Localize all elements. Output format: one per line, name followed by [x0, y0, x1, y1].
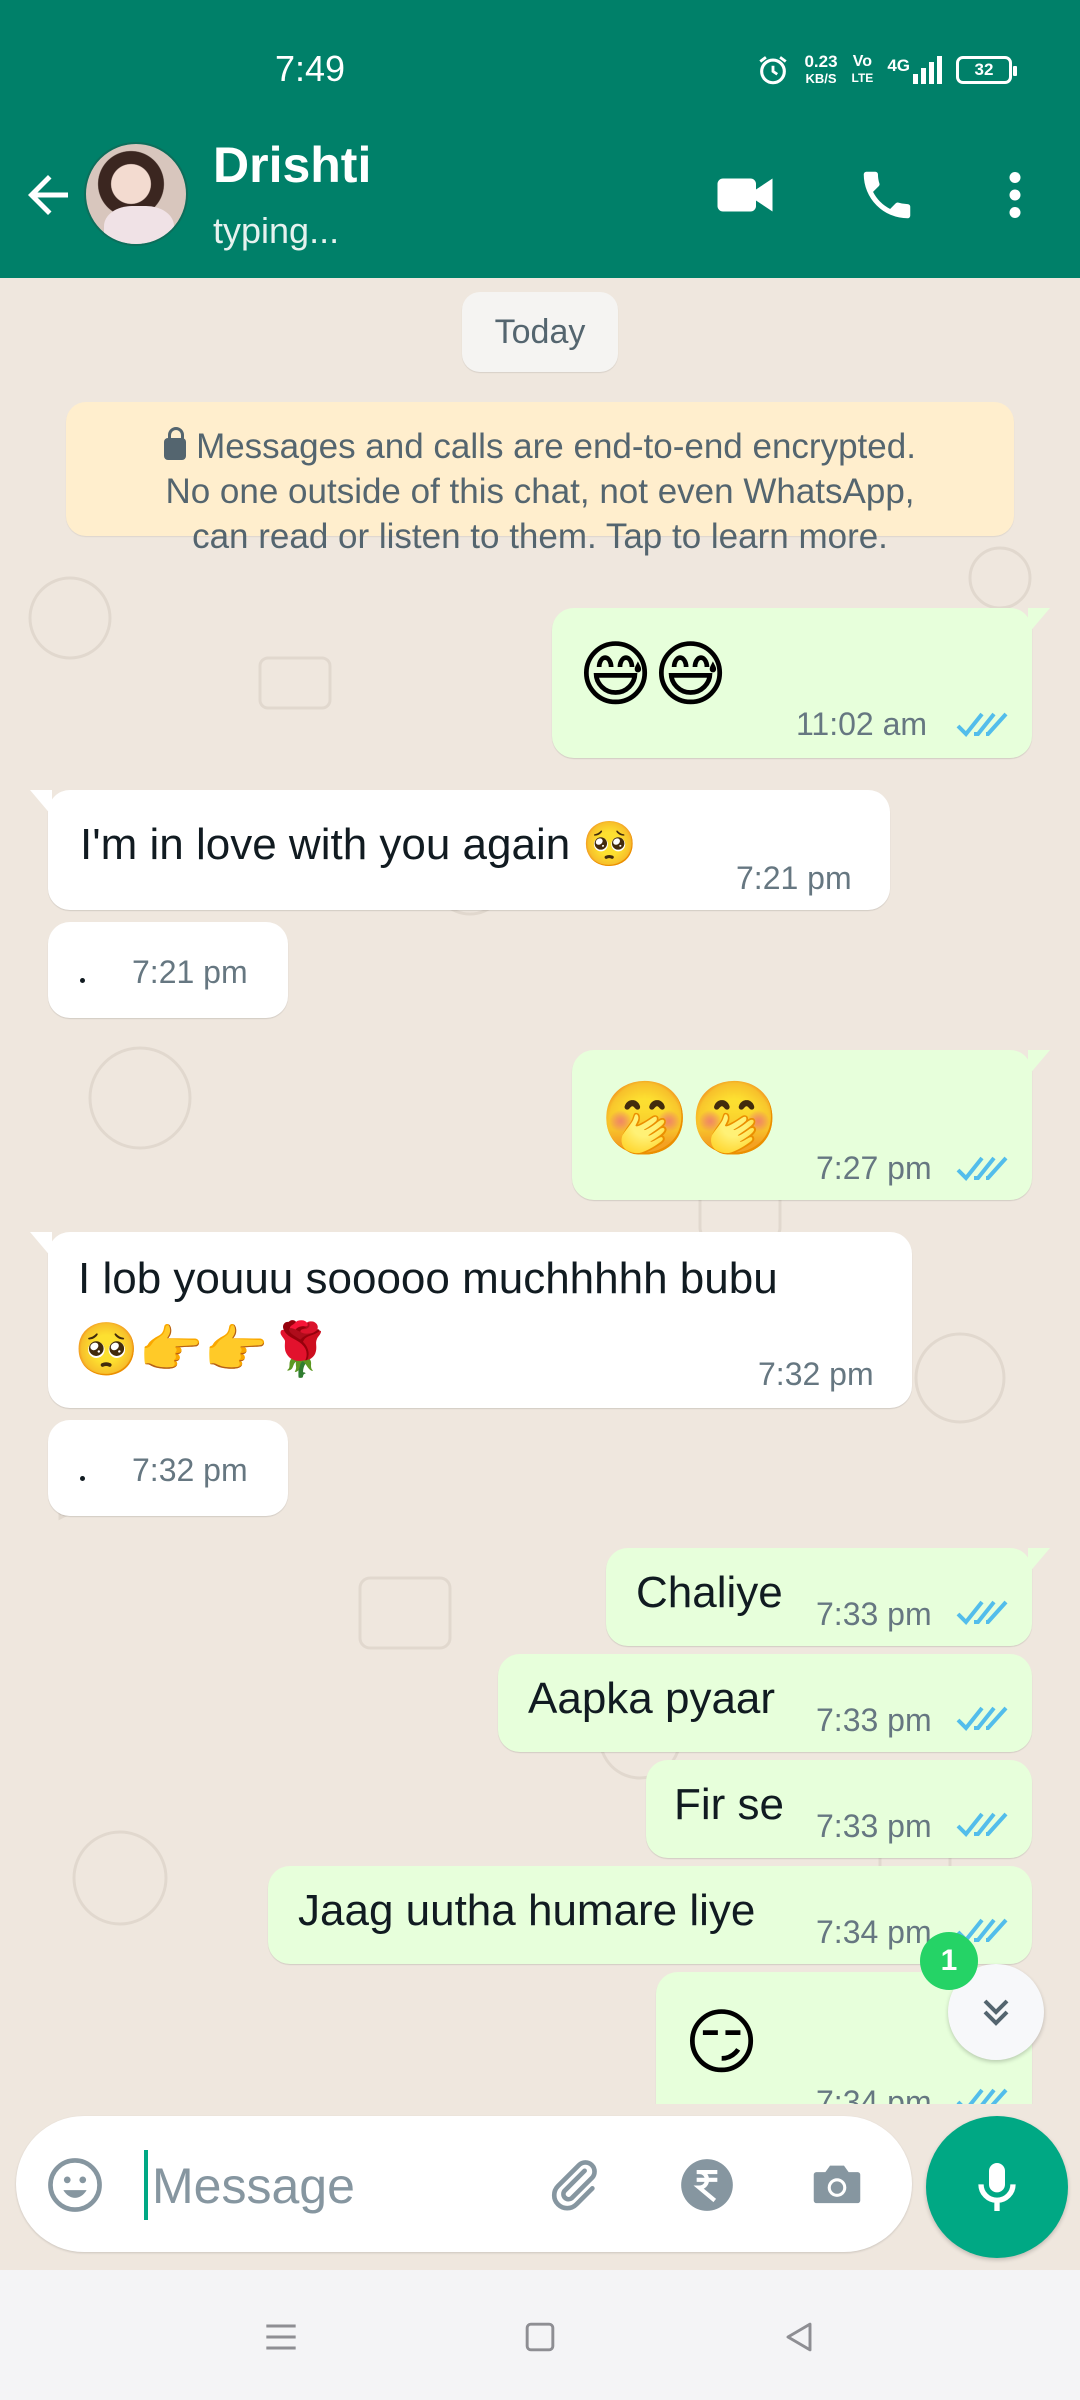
payment-button[interactable] [676, 2154, 738, 2216]
rupee-payment-icon [681, 2159, 733, 2211]
emoji-icon [48, 2158, 102, 2212]
emoji-button[interactable] [44, 2154, 106, 2216]
alarm-icon [759, 56, 788, 85]
system-navigation-bar [0, 2270, 1080, 2400]
encryption-notice[interactable]: Messages and calls are end-to-end encryp… [66, 402, 1014, 556]
volte-top: Vo [852, 53, 873, 70]
message-input[interactable] [152, 2152, 532, 2220]
message-time: 7:27 pm [816, 1150, 932, 1186]
camera-icon [813, 2165, 861, 2204]
signal-icon: 4G [887, 56, 942, 84]
contact-name[interactable]: Drishti [213, 136, 371, 194]
date-pill: Today [462, 292, 618, 372]
message-outgoing[interactable]: Jaag uutha humare liye 7:34 pm [268, 1866, 1032, 1964]
back-button[interactable] [18, 165, 78, 225]
message-time: 7:33 pm [816, 1596, 932, 1632]
message-outgoing[interactable]: Fir se 7:33 pm [646, 1760, 1032, 1858]
message-time: 7:33 pm [816, 1808, 932, 1844]
video-call-button[interactable] [710, 160, 780, 230]
message-text-line-2: 🥺👉👉🌹 [74, 1320, 333, 1380]
status-time: 7:49 [275, 48, 346, 89]
message-time: 7:21 pm [736, 860, 852, 896]
message-text: Aapka pyaar [528, 1674, 776, 1723]
read-ticks-icon [956, 1706, 1008, 1731]
video-call-icon [717, 178, 773, 212]
message-outgoing[interactable]: 🤭🤭 7:27 pm [572, 1050, 1050, 1200]
mic-button[interactable] [926, 2116, 1068, 2258]
network-type: 4G [887, 56, 910, 75]
attach-icon [551, 2160, 597, 2211]
attach-button[interactable] [542, 2154, 604, 2216]
read-ticks-icon [956, 712, 1008, 737]
message-outgoing[interactable]: Aapka pyaar 7:33 pm [498, 1654, 1032, 1752]
home-square-icon [525, 2322, 555, 2352]
contact-status: typing... [213, 210, 340, 251]
back-arrow-icon [28, 175, 68, 215]
message-time: 7:33 pm [816, 1702, 932, 1738]
message-time: 7:21 pm [132, 954, 248, 990]
status-bar: 7:49 0.23 KB/S Vo LTE 4G 32 [0, 0, 1080, 132]
chat-header: 7:49 0.23 KB/S Vo LTE 4G 32 Drishti typi… [0, 0, 1080, 278]
message-incoming[interactable]: I lob youuu sooooo muchhhhh bubu 🥺👉👉🌹 7:… [30, 1232, 912, 1408]
message-incoming[interactable]: I'm in love with you again 🥺 7:21 pm [30, 790, 890, 910]
back-nav-button[interactable] [764, 2302, 834, 2372]
text-cursor [144, 2150, 148, 2220]
message-time: 7:34 pm [816, 2084, 932, 2104]
encryption-line-2: No one outside of this chat, not even Wh… [165, 472, 915, 511]
more-options-icon [1009, 172, 1021, 218]
message-text: Fir se [674, 1780, 784, 1829]
message-outgoing[interactable]: Chaliye 7:33 pm [606, 1548, 1050, 1646]
menu-nav-button[interactable] [246, 2302, 316, 2372]
speed-value: 0.23 [804, 52, 838, 71]
message-time: 7:32 pm [758, 1356, 874, 1392]
back-triangle-icon [786, 2322, 812, 2352]
status-icons: 0.23 KB/S Vo LTE 4G 32 [756, 50, 1017, 90]
message-dot [80, 978, 85, 983]
volte-indicator: Vo LTE [852, 54, 874, 86]
double-chevron-down-icon [983, 1999, 1009, 2026]
message-text: 😅😅 [578, 632, 729, 716]
home-nav-button[interactable] [505, 2302, 575, 2372]
message-text: I'm in love with you again 🥺 [80, 820, 638, 869]
unread-count-badge: 1 [920, 1932, 978, 1990]
voice-call-button[interactable] [852, 160, 922, 230]
battery-icon: 32 [956, 56, 1017, 84]
encryption-line-1: Messages and calls are end-to-end encryp… [66, 424, 1014, 469]
avatar[interactable] [84, 142, 188, 246]
message-outgoing[interactable]: 😅😅 11:02 am [552, 608, 1050, 758]
message-time: 7:34 pm [816, 1914, 932, 1950]
menu-icon [266, 2324, 296, 2350]
message-incoming[interactable]: . 7:32 pm [48, 1420, 288, 1516]
encryption-line-3: can read or listen to them. Tap to learn… [192, 517, 888, 556]
message-input-bar [16, 2116, 912, 2252]
read-ticks-icon [956, 1812, 1008, 1837]
more-options-button[interactable] [980, 160, 1050, 230]
message-text: 🤭🤭 [600, 1076, 780, 1160]
message-incoming[interactable]: . 7:21 pm [48, 922, 288, 1018]
message-text: Chaliye [636, 1568, 783, 1617]
read-ticks-icon [956, 2088, 1008, 2104]
message-text: Jaag uutha humare liye [298, 1886, 756, 1935]
message-text: 😏 [684, 2000, 760, 2084]
camera-button[interactable] [806, 2154, 868, 2216]
chat-area[interactable]: Today Messages and calls are end-to-end … [0, 278, 1080, 2104]
message-time: 11:02 am [796, 706, 928, 742]
message-dot [80, 1476, 85, 1481]
read-ticks-icon [956, 1600, 1008, 1625]
voice-call-icon [863, 171, 911, 219]
message-time: 7:32 pm [132, 1452, 248, 1488]
network-speed: 0.23 KB/S [804, 53, 837, 87]
message-text-line-1: I lob youuu sooooo muchhhhh bubu [78, 1254, 778, 1303]
lock-icon [164, 427, 187, 460]
speed-unit: KB/S [805, 71, 837, 86]
mic-icon [978, 2163, 1016, 2211]
volte-bottom: LTE [851, 71, 874, 85]
read-ticks-icon [956, 1156, 1008, 1181]
